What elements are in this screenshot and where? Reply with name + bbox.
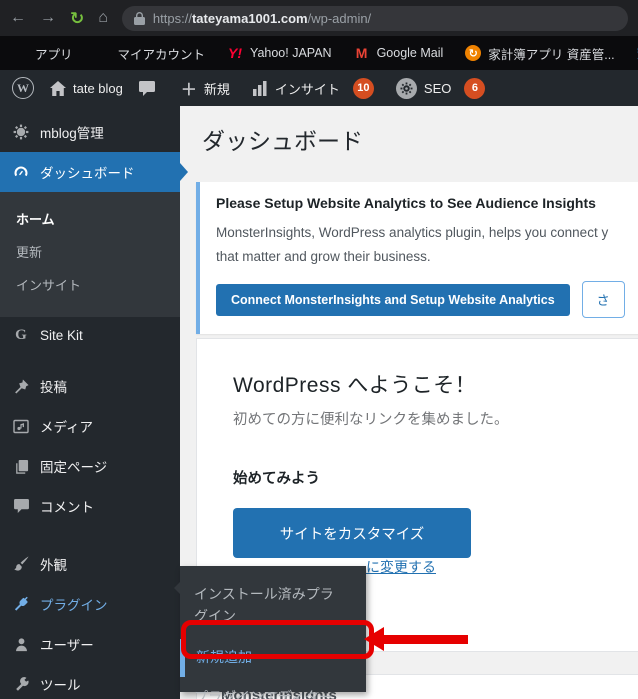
annotation-arrow xyxy=(383,635,468,644)
visit-site-link[interactable]: tate blog xyxy=(50,81,123,96)
apps-grid-icon xyxy=(12,45,28,61)
notice-title: Please Setup Website Analytics to See Au… xyxy=(216,195,638,211)
welcome-subtitle: 初めての方に便利なリンクを集めました。 xyxy=(233,408,638,429)
bookmark-my-account[interactable]: マイアカウント xyxy=(95,44,206,63)
sidebar-item-appearance[interactable]: 外観 xyxy=(0,544,180,584)
change-theme-link[interactable]: に変更する xyxy=(366,557,436,577)
dashboard-submenu: ホーム 更新 インサイト xyxy=(0,192,180,317)
moneyforward-logo-icon: ↻ xyxy=(465,45,481,61)
pushpin-icon xyxy=(12,379,30,394)
sidebar-item-comments[interactable]: コメント xyxy=(0,486,180,526)
submenu-item-updates[interactable]: 更新 xyxy=(0,235,180,268)
seo-gear-icon xyxy=(396,78,417,99)
sidebar-item-tools[interactable]: ツール xyxy=(0,664,180,699)
plug-icon xyxy=(12,596,30,612)
browser-toolbar: ← → ↻ ⌂ https://tateyama1001.com/wp-admi… xyxy=(0,0,638,36)
comments-menu[interactable] xyxy=(139,81,155,96)
bookmark-apps[interactable]: アプリ xyxy=(12,44,73,63)
flyout-item-installed-plugins[interactable]: インストール済みプラグイン xyxy=(180,578,366,633)
home-icon[interactable]: ⌂ xyxy=(98,10,108,26)
admin-sidebar: mblog管理 ダッシュボード ホーム 更新 インサイト G Site Kit … xyxy=(0,106,180,699)
learn-more-button[interactable]: さ xyxy=(582,281,625,318)
dashboard-gauge-icon xyxy=(12,164,30,180)
sidebar-item-pages[interactable]: 固定ページ xyxy=(0,446,180,486)
microsoft-logo-icon xyxy=(95,45,111,61)
wp-logo-menu[interactable]: W xyxy=(12,77,34,99)
seo-menu[interactable]: SEO 6 xyxy=(396,78,485,99)
flyout-item-add-new[interactable]: 新規追加 xyxy=(180,639,366,677)
home-icon xyxy=(50,81,66,96)
sidebar-item-site-kit[interactable]: G Site Kit xyxy=(0,317,180,354)
notice-body: MonsterInsights, WordPress analytics plu… xyxy=(216,221,638,268)
brush-icon xyxy=(12,556,30,572)
sidebar-item-users[interactable]: ユーザー xyxy=(0,624,180,664)
pages-icon xyxy=(12,459,30,474)
bookmark-yahoo-japan[interactable]: Y! Yahoo! JAPAN xyxy=(227,45,332,61)
bookmark-google-mail[interactable]: M Google Mail xyxy=(354,45,444,61)
seo-count-badge: 6 xyxy=(464,78,485,99)
gmail-logo-icon: M xyxy=(354,45,370,61)
forward-icon[interactable]: → xyxy=(40,10,56,26)
sidebar-item-plugins[interactable]: プラグイン xyxy=(0,584,180,624)
bookmark-kakeibo-app[interactable]: ↻ 家計簿アプリ 資産管... xyxy=(465,44,614,63)
gear-icon xyxy=(12,124,30,140)
comment-icon xyxy=(139,81,155,96)
lock-icon xyxy=(134,12,145,25)
reload-icon[interactable]: ↻ xyxy=(70,10,84,27)
get-started-heading: 始めてみよう xyxy=(233,467,638,488)
wp-admin-bar: W tate blog ＋ 新規 インサイト 10 SEO 6 xyxy=(0,70,638,106)
bar-chart-icon xyxy=(252,81,268,96)
connect-monsterinsights-button[interactable]: Connect MonsterInsights and Setup Websit… xyxy=(216,284,570,316)
annotation-arrow-head-icon xyxy=(364,627,384,651)
plus-icon: ＋ xyxy=(181,76,197,100)
google-g-icon: G xyxy=(12,327,30,344)
url-text: https://tateyama1001.com/wp-admin/ xyxy=(153,11,371,26)
sidebar-item-dashboard[interactable]: ダッシュボード xyxy=(0,152,180,192)
insights-count-badge: 10 xyxy=(353,78,374,99)
sidebar-item-media[interactable]: メディア xyxy=(0,406,180,446)
plugins-flyout-menu: インストール済みプラグイン 新規追加 プラグインエディター xyxy=(180,566,366,692)
flyout-item-plugin-editor[interactable]: プラグインエディター xyxy=(180,677,366,699)
monsterinsights-notice: Please Setup Website Analytics to See Au… xyxy=(196,182,638,334)
media-icon xyxy=(12,419,30,434)
bookmarks-bar: アプリ マイアカウント Y! Yahoo! JAPAN M Google Mai… xyxy=(0,36,638,70)
insights-menu[interactable]: インサイト 10 xyxy=(252,78,374,99)
user-icon xyxy=(12,637,30,652)
page-title: ダッシュボード xyxy=(202,122,363,156)
new-content-menu[interactable]: ＋ 新規 xyxy=(181,76,230,100)
back-icon[interactable]: ← xyxy=(10,10,26,26)
sidebar-item-posts[interactable]: 投稿 xyxy=(0,366,180,406)
wordpress-logo-icon: W xyxy=(12,77,34,99)
submenu-item-insights[interactable]: インサイト xyxy=(0,268,180,301)
address-bar[interactable]: https://tateyama1001.com/wp-admin/ xyxy=(122,6,628,31)
wrench-icon xyxy=(12,677,30,692)
submenu-item-home[interactable]: ホーム xyxy=(0,202,180,235)
welcome-title: WordPress へようこそ！ xyxy=(233,369,638,399)
comment-icon xyxy=(12,499,30,513)
yahoo-logo-icon: Y! xyxy=(227,45,243,61)
customize-site-button[interactable]: サイトをカスタマイズ xyxy=(233,508,471,558)
sidebar-item-mblog-admin[interactable]: mblog管理 xyxy=(0,112,180,152)
